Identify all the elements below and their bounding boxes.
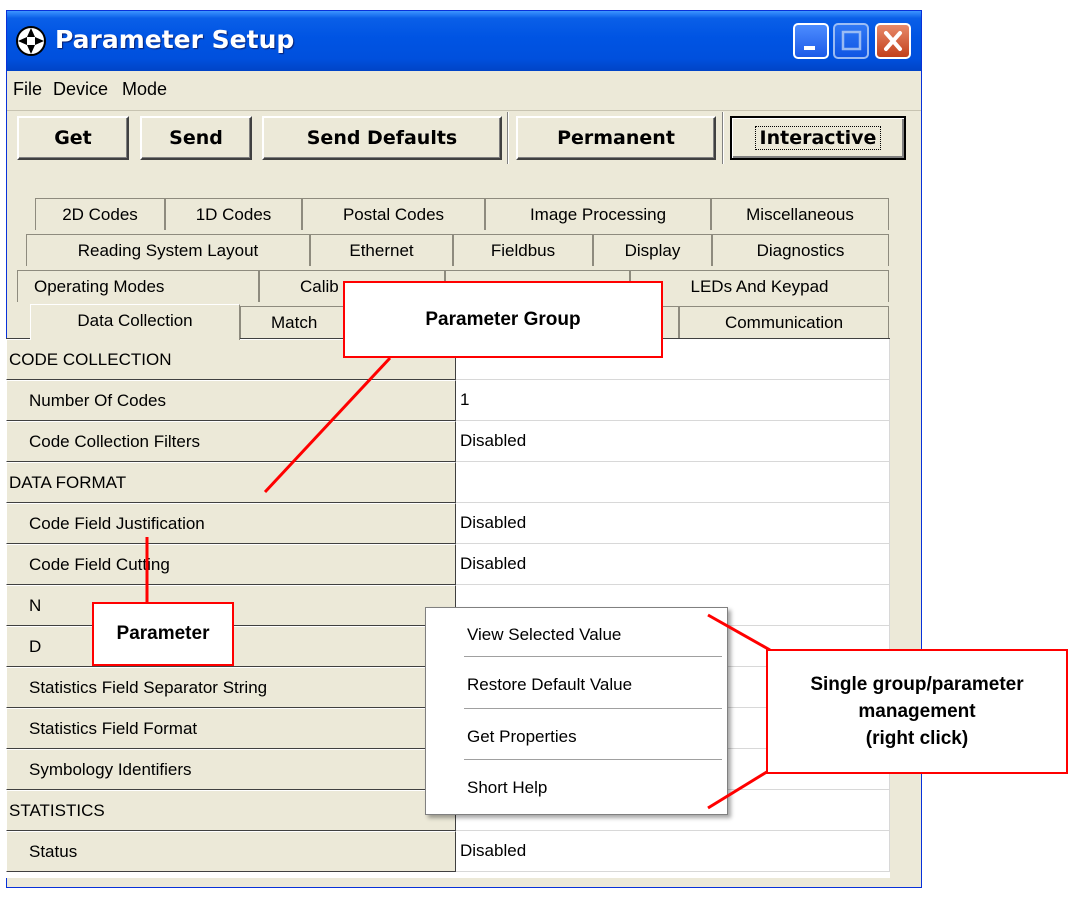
management-pointer-line-top	[707, 613, 771, 652]
management-pointer-line-bottom	[707, 768, 771, 810]
management-callout-line: Single group/parameter	[810, 674, 1024, 695]
parameter-callout: Parameter	[92, 602, 234, 666]
parameter-group-callout: Parameter Group	[343, 281, 663, 358]
tab-data-collection[interactable]: Data Collection	[30, 304, 240, 340]
management-callout: Single group/parameter management (right…	[766, 649, 1068, 774]
management-callout-line: management	[858, 701, 976, 722]
group-pointer-line	[263, 356, 392, 494]
management-callout-line: (right click)	[865, 728, 969, 749]
